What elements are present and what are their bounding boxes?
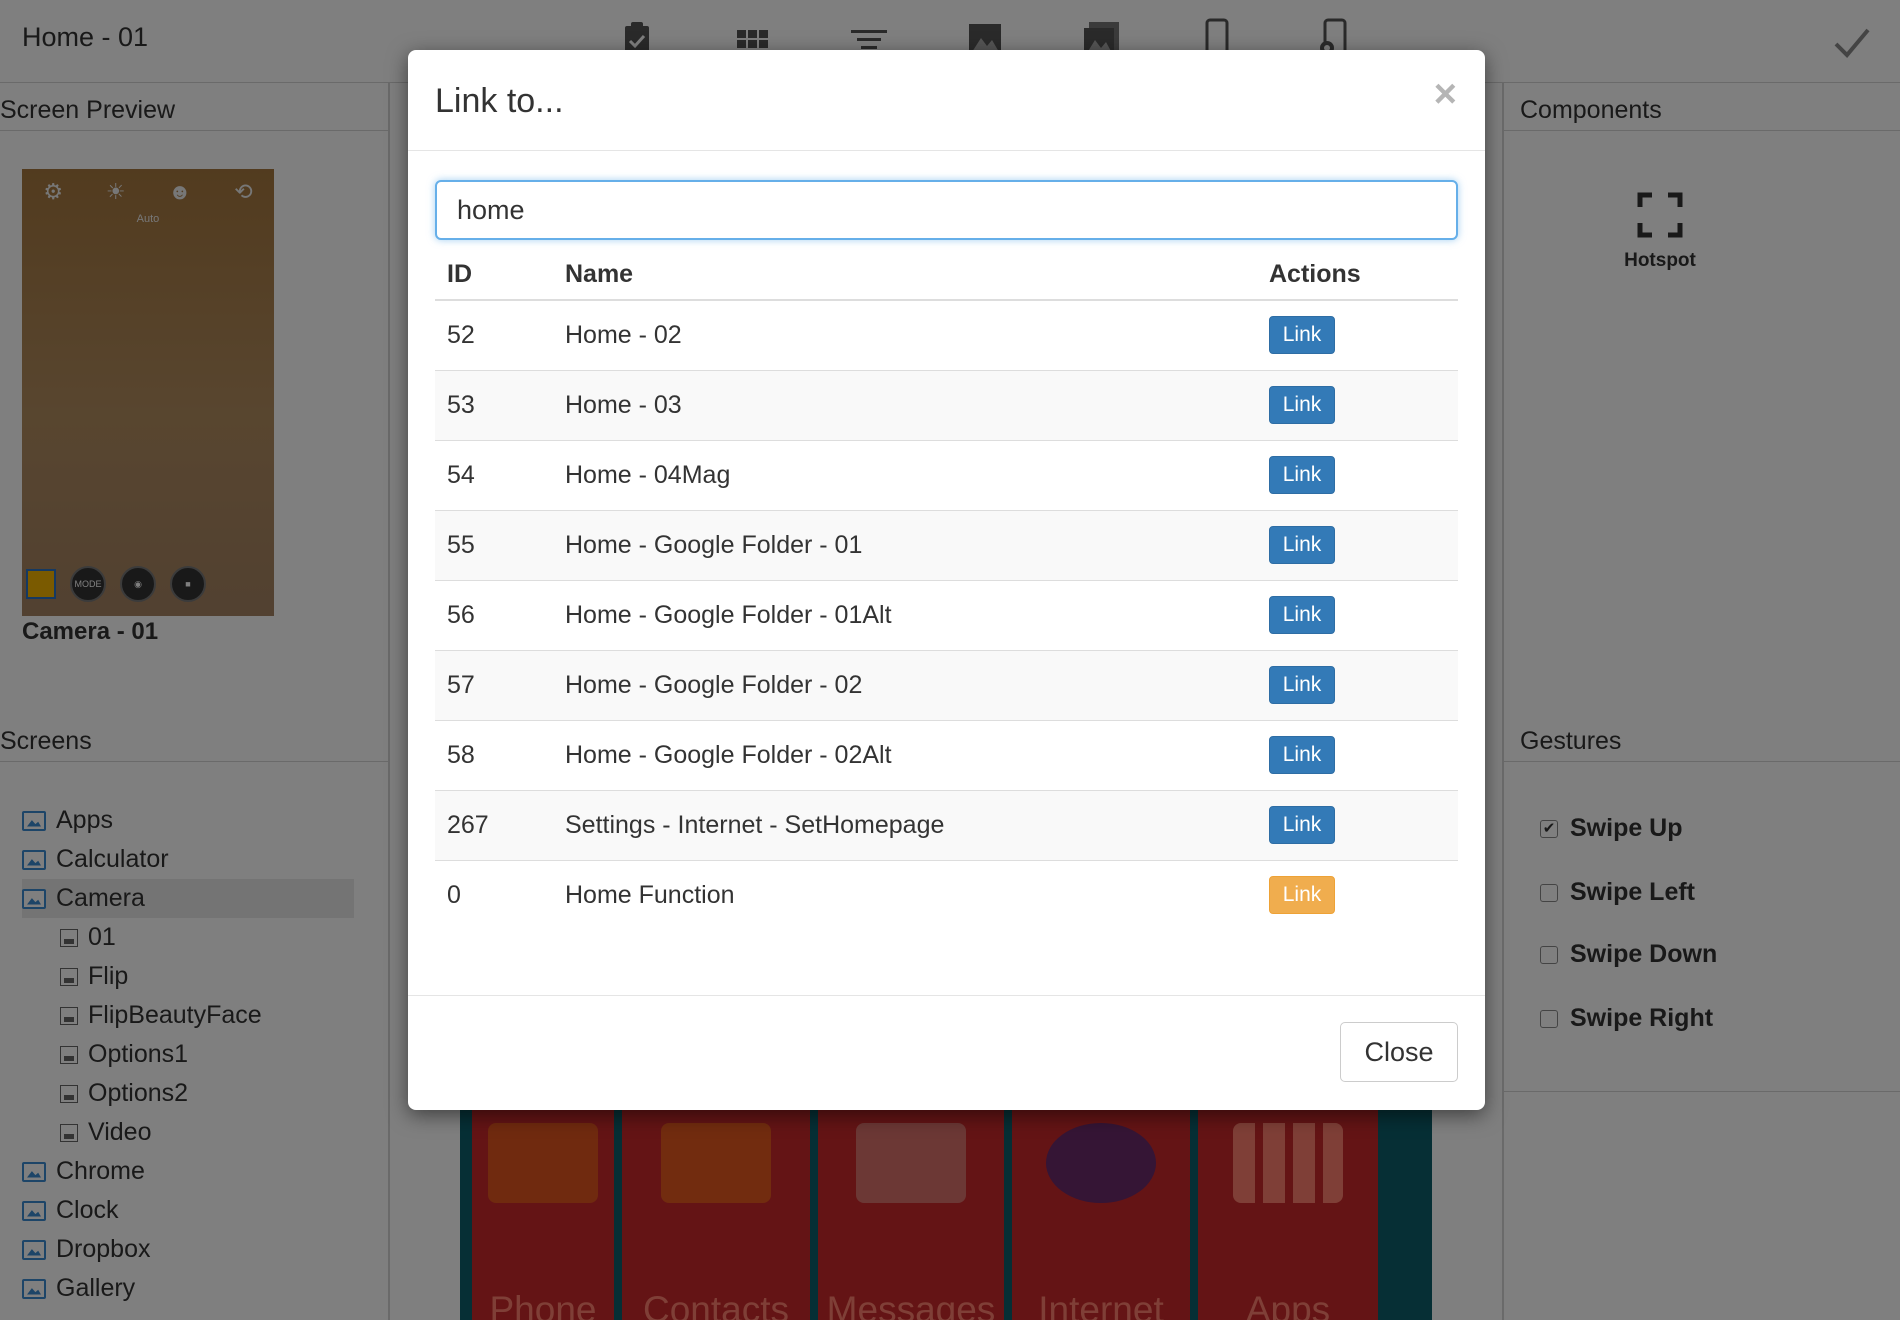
row-id: 57 (435, 649, 553, 720)
column-header-name: Name (553, 250, 1257, 301)
row-id: 0 (435, 859, 553, 930)
link-button[interactable]: Link (1269, 596, 1335, 634)
row-id: 58 (435, 719, 553, 790)
table-row: 54 Home - 04Mag Link (435, 439, 1458, 510)
row-id: 52 (435, 299, 553, 370)
column-header-id: ID (435, 250, 553, 301)
row-name: Home - Google Folder - 02Alt (553, 719, 1257, 790)
table-row: 53 Home - 03 Link (435, 369, 1458, 440)
row-name: Home - 03 (553, 369, 1257, 440)
link-to-modal: Link to... × ID Name Actions 52 Home - 0… (408, 50, 1485, 1110)
row-name: Home - 04Mag (553, 439, 1257, 510)
link-button[interactable]: Link (1269, 666, 1335, 704)
link-button[interactable]: Link (1269, 386, 1335, 424)
table-row: 52 Home - 02 Link (435, 299, 1458, 370)
link-button[interactable]: Link (1269, 806, 1335, 844)
column-header-actions: Actions (1257, 250, 1458, 301)
search-input[interactable] (435, 180, 1458, 240)
results-table: ID Name Actions 52 Home - 02 Link 53 Hom… (435, 250, 1458, 930)
link-button[interactable]: Link (1269, 456, 1335, 494)
row-id: 53 (435, 369, 553, 440)
row-id: 55 (435, 509, 553, 580)
row-name: Home - Google Folder - 02 (553, 649, 1257, 720)
row-name: Home - Google Folder - 01Alt (553, 579, 1257, 650)
link-button[interactable]: Link (1269, 316, 1335, 355)
table-row: 55 Home - Google Folder - 01 Link (435, 509, 1458, 580)
table-row: 57 Home - Google Folder - 02 Link (435, 649, 1458, 720)
table-header-row: ID Name Actions (435, 250, 1458, 301)
row-id: 54 (435, 439, 553, 510)
link-button[interactable]: Link (1269, 736, 1335, 774)
row-name: Settings - Internet - SetHomepage (553, 789, 1257, 860)
row-name: Home - 02 (553, 299, 1257, 370)
link-function-button[interactable]: Link (1269, 876, 1335, 915)
table-row: 58 Home - Google Folder - 02Alt Link (435, 719, 1458, 790)
close-button[interactable]: Close (1340, 1022, 1458, 1082)
modal-footer: Close (408, 995, 1485, 1110)
modal-header: Link to... × (408, 50, 1485, 151)
table-row: 56 Home - Google Folder - 01Alt Link (435, 579, 1458, 650)
table-row: 0 Home Function Link (435, 859, 1458, 930)
table-row: 267 Settings - Internet - SetHomepage Li… (435, 789, 1458, 860)
row-name: Home - Google Folder - 01 (553, 509, 1257, 580)
modal-title: Link to... (435, 82, 564, 120)
row-name: Home Function (553, 859, 1257, 930)
row-id: 267 (435, 789, 553, 860)
close-icon[interactable]: × (1434, 74, 1457, 114)
link-button[interactable]: Link (1269, 526, 1335, 564)
row-id: 56 (435, 579, 553, 650)
